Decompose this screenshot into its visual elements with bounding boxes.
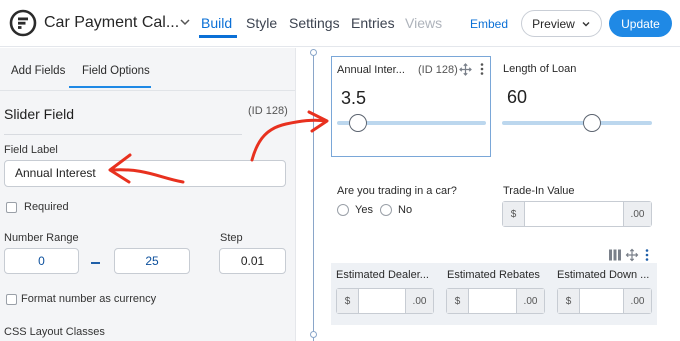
- field-id: (ID 128): [248, 105, 288, 117]
- range-separator: [91, 262, 100, 264]
- loan-length-label: Length of Loan: [503, 63, 577, 75]
- required-checkbox[interactable]: [6, 202, 17, 213]
- panel-divider: [295, 48, 296, 341]
- drag-guide-line: [313, 51, 314, 341]
- radio-no[interactable]: [380, 204, 392, 216]
- step-label: Step: [220, 232, 243, 244]
- form-title[interactable]: Car Payment Cal...: [44, 14, 179, 32]
- tab-field-options[interactable]: Field Options: [82, 65, 150, 77]
- number-range-label: Number Range: [4, 232, 79, 244]
- preview-button-label: Preview: [532, 16, 575, 31]
- step-input[interactable]: 0.01: [219, 248, 286, 274]
- annotation-arrowhead: [307, 110, 329, 133]
- radio-yes-label: Yes: [355, 204, 373, 216]
- chevron-down-icon[interactable]: [178, 15, 192, 29]
- down-payment-label: Estimated Down ...: [557, 269, 650, 281]
- dealer-fees-input[interactable]: $ .00: [336, 288, 434, 314]
- tab-build[interactable]: Build: [201, 15, 232, 31]
- currency-checkbox[interactable]: [6, 294, 17, 305]
- range-max-input[interactable]: 25: [114, 248, 190, 274]
- amount-field[interactable]: [359, 289, 405, 313]
- update-button[interactable]: Update: [609, 10, 672, 37]
- tab-settings[interactable]: Settings: [289, 15, 340, 31]
- annual-interest-field[interactable]: Annual Inter... (ID 128) 3.5: [331, 56, 491, 157]
- tab-add-fields[interactable]: Add Fields: [11, 65, 65, 77]
- field-row-container[interactable]: Estimated Dealer... $ .00 Estimated Reba…: [331, 263, 657, 325]
- guide-handle[interactable]: [310, 49, 317, 56]
- panel-tabs: Add Fields Field Options: [0, 48, 295, 90]
- field-id: (ID 128): [418, 64, 458, 76]
- field-label-input[interactable]: Annual Interest: [4, 160, 286, 187]
- tab-entries[interactable]: Entries: [351, 15, 395, 31]
- currency-suffix: .00: [405, 289, 433, 313]
- top-bar: Car Payment Cal... Build Style Settings …: [0, 0, 680, 47]
- field-options-panel: Add Fields Field Options Slider Field (I…: [0, 48, 295, 341]
- currency-prefix: $: [503, 202, 525, 226]
- move-icon: [625, 248, 639, 262]
- more-options-icon[interactable]: [479, 62, 485, 76]
- preview-button[interactable]: Preview: [521, 10, 602, 37]
- currency-label: Format number as currency: [21, 293, 157, 305]
- currency-suffix: .00: [623, 289, 651, 313]
- formidable-logo-icon[interactable]: [9, 9, 37, 37]
- slider-value: 3.5: [341, 88, 367, 108]
- currency-prefix: $: [447, 289, 469, 313]
- columns-icon: [609, 249, 621, 261]
- divider: [4, 134, 242, 135]
- slider-thumb[interactable]: [348, 114, 367, 132]
- currency-prefix: $: [558, 289, 580, 313]
- slider-track[interactable]: [502, 121, 652, 125]
- trade-question-label: Are you trading in a car?: [337, 185, 457, 197]
- guide-handle[interactable]: [310, 331, 317, 338]
- required-label: Required: [24, 201, 69, 213]
- tab-style[interactable]: Style: [246, 15, 277, 31]
- field-type-heading: Slider Field: [4, 106, 75, 122]
- active-tab-indicator: [199, 35, 237, 38]
- divider: [0, 90, 295, 91]
- trade-in-input[interactable]: $ .00: [502, 201, 652, 227]
- embed-link[interactable]: Embed: [470, 17, 508, 31]
- row-toolbar: [609, 248, 649, 262]
- field-label: Annual Inter...: [337, 64, 405, 76]
- slider-value: 60: [507, 87, 528, 107]
- radio-no-label: No: [398, 204, 413, 216]
- radio-yes[interactable]: [337, 204, 349, 216]
- currency-suffix: .00: [623, 202, 651, 226]
- amount-field[interactable]: [580, 289, 623, 313]
- tab-views[interactable]: Views: [405, 15, 442, 31]
- amount-field[interactable]: [525, 202, 623, 226]
- rebates-label: Estimated Rebates: [447, 269, 540, 281]
- slider-thumb[interactable]: [583, 114, 601, 132]
- panel-tab-indicator: [69, 86, 151, 88]
- more-options-icon: [645, 249, 649, 261]
- field-label-caption: Field Label: [4, 144, 58, 156]
- move-icon[interactable]: [459, 63, 472, 76]
- currency-prefix: $: [337, 289, 359, 313]
- rebates-input[interactable]: $ .00: [446, 288, 545, 314]
- down-payment-input[interactable]: $ .00: [557, 288, 652, 314]
- trade-in-label: Trade-In Value: [503, 185, 575, 197]
- dealer-fees-label: Estimated Dealer...: [336, 269, 429, 281]
- currency-suffix: .00: [516, 289, 544, 313]
- chevron-down-icon: [582, 21, 590, 26]
- amount-field[interactable]: [469, 289, 516, 313]
- css-layout-label: CSS Layout Classes: [4, 326, 105, 338]
- range-min-input[interactable]: 0: [4, 248, 79, 274]
